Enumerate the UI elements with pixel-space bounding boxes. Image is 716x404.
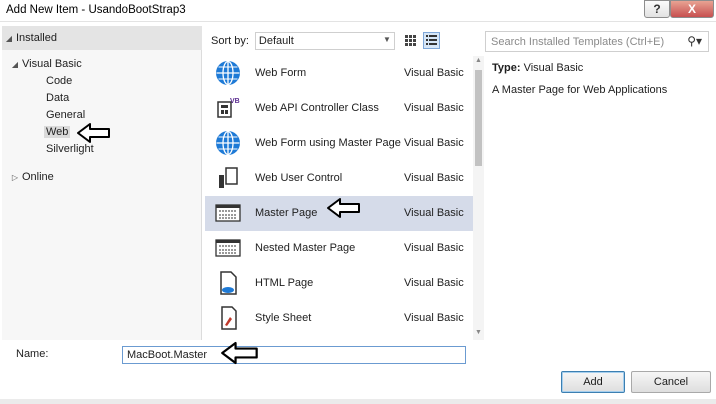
- search-input[interactable]: Search Installed Templates (Ctrl+E) ⚲▾: [485, 31, 709, 52]
- add-button[interactable]: Add: [561, 371, 625, 393]
- user-control-icon: [219, 167, 238, 188]
- close-icon: X: [687, 2, 696, 16]
- annotation-arrow-icon: [77, 123, 110, 143]
- tree-item-label: Visual Basic: [22, 58, 82, 70]
- sort-dropdown[interactable]: Default ▼: [254, 32, 395, 50]
- template-name: Nested Master Page: [255, 242, 356, 254]
- tree-item-web[interactable]: Web: [44, 124, 71, 140]
- template-name: Style Sheet: [255, 312, 312, 324]
- collapse-triangle-icon: ◢: [11, 59, 19, 69]
- grid-view-icon: [405, 35, 416, 46]
- tree-item-label: Silverlight: [46, 143, 94, 155]
- tree-item-label: Web: [44, 126, 71, 138]
- annotation-arrow-icon: [327, 198, 360, 218]
- tree-item-label: General: [46, 109, 86, 121]
- tree-item-label: Data: [46, 92, 70, 104]
- tree-item-label: Code: [46, 75, 73, 87]
- master-page-icon: [215, 204, 241, 222]
- template-row-web-form-master[interactable]: Web Form using Master Page Visual Basic: [205, 126, 473, 161]
- cancel-button-label: Cancel: [653, 376, 689, 388]
- template-language: Visual Basic: [404, 67, 464, 79]
- sort-by-label: Sort by:: [211, 35, 249, 47]
- template-name: Web User Control: [255, 172, 343, 184]
- template-language: Visual Basic: [404, 312, 464, 324]
- template-language: Visual Basic: [404, 172, 464, 184]
- template-row-style-sheet[interactable]: Style Sheet Visual Basic: [205, 301, 473, 336]
- tree-item-data[interactable]: Data: [46, 90, 69, 106]
- grid-view-button[interactable]: [402, 32, 419, 49]
- details-pane: Type: Visual Basic A Master Page for Web…: [492, 62, 712, 96]
- template-name: Web Form using Master Page: [255, 137, 401, 149]
- template-language: Visual Basic: [404, 207, 464, 219]
- tree-item-visual-basic[interactable]: ◢ Visual Basic: [8, 56, 82, 72]
- template-row-web-form[interactable]: Web Form Visual Basic: [205, 56, 473, 91]
- name-label: Name:: [16, 348, 49, 360]
- window-bottom-border: [0, 399, 716, 404]
- scrollbar-thumb[interactable]: [475, 70, 482, 166]
- add-button-label: Add: [583, 376, 603, 388]
- template-name: HTML Page: [255, 277, 314, 289]
- template-language: Visual Basic: [404, 242, 464, 254]
- installed-node[interactable]: ◢ Installed: [2, 26, 202, 50]
- template-tree: ◢ Installed ◢ Visual Basic Code Data Gen…: [2, 26, 202, 340]
- template-language: Visual Basic: [404, 102, 464, 114]
- help-button[interactable]: ?: [644, 0, 670, 18]
- collapse-triangle-icon: ◢: [5, 33, 13, 43]
- template-language: Visual Basic: [404, 137, 464, 149]
- search-icon: ⚲▾: [687, 34, 702, 48]
- template-description: A Master Page for Web Applications: [492, 84, 668, 96]
- template-list-scrollbar[interactable]: ▲ ▼: [473, 56, 484, 340]
- template-row-web-user-control[interactable]: Web User Control Visual Basic: [205, 161, 473, 196]
- annotation-arrow-icon: [221, 341, 258, 365]
- tree-item-general[interactable]: General: [46, 107, 85, 123]
- title-bar: Add New Item - UsandoBootStrap3 ? X: [0, 0, 716, 22]
- tree-item-label: Online: [22, 171, 54, 183]
- tree-item-code[interactable]: Code: [46, 73, 72, 89]
- cancel-button[interactable]: Cancel: [631, 371, 711, 393]
- scroll-down-icon[interactable]: ▼: [473, 329, 484, 339]
- html-page-icon: [220, 271, 237, 295]
- template-name: Web Form: [255, 67, 307, 79]
- window-title: Add New Item - UsandoBootStrap3: [6, 4, 186, 16]
- close-button[interactable]: X: [670, 0, 714, 18]
- template-row-nested-master-page[interactable]: Nested Master Page Visual Basic: [205, 231, 473, 266]
- template-row-html-page[interactable]: HTML Page Visual Basic: [205, 266, 473, 301]
- search-placeholder: Search Installed Templates (Ctrl+E): [491, 35, 665, 48]
- svg-text:VB: VB: [230, 98, 240, 105]
- style-sheet-icon: [221, 306, 237, 330]
- template-row-web-api-controller[interactable]: VB Web API Controller Class Visual Basic: [205, 91, 473, 126]
- sort-value: Default: [258, 35, 294, 47]
- template-language: Visual Basic: [404, 277, 464, 289]
- installed-label: Installed: [16, 32, 57, 44]
- list-view-icon: [426, 35, 437, 45]
- type-value: Visual Basic: [523, 62, 584, 74]
- tree-item-online[interactable]: ▷ Online: [8, 169, 54, 185]
- chevron-down-icon: ▼: [382, 35, 391, 44]
- globe-icon: [216, 60, 240, 86]
- list-view-button[interactable]: [423, 32, 440, 49]
- help-icon: ?: [653, 2, 661, 16]
- type-line: Type: Visual Basic: [492, 62, 712, 74]
- name-field[interactable]: [122, 346, 466, 364]
- type-label: Type:: [492, 62, 521, 74]
- expand-triangle-icon: ▷: [11, 172, 19, 182]
- vb-class-icon: VB: [217, 98, 240, 118]
- template-name: Master Page: [255, 207, 318, 219]
- scroll-up-icon[interactable]: ▲: [473, 57, 484, 67]
- globe-icon: [216, 130, 240, 156]
- template-name: Web API Controller Class: [255, 102, 379, 114]
- master-page-icon: [215, 239, 241, 257]
